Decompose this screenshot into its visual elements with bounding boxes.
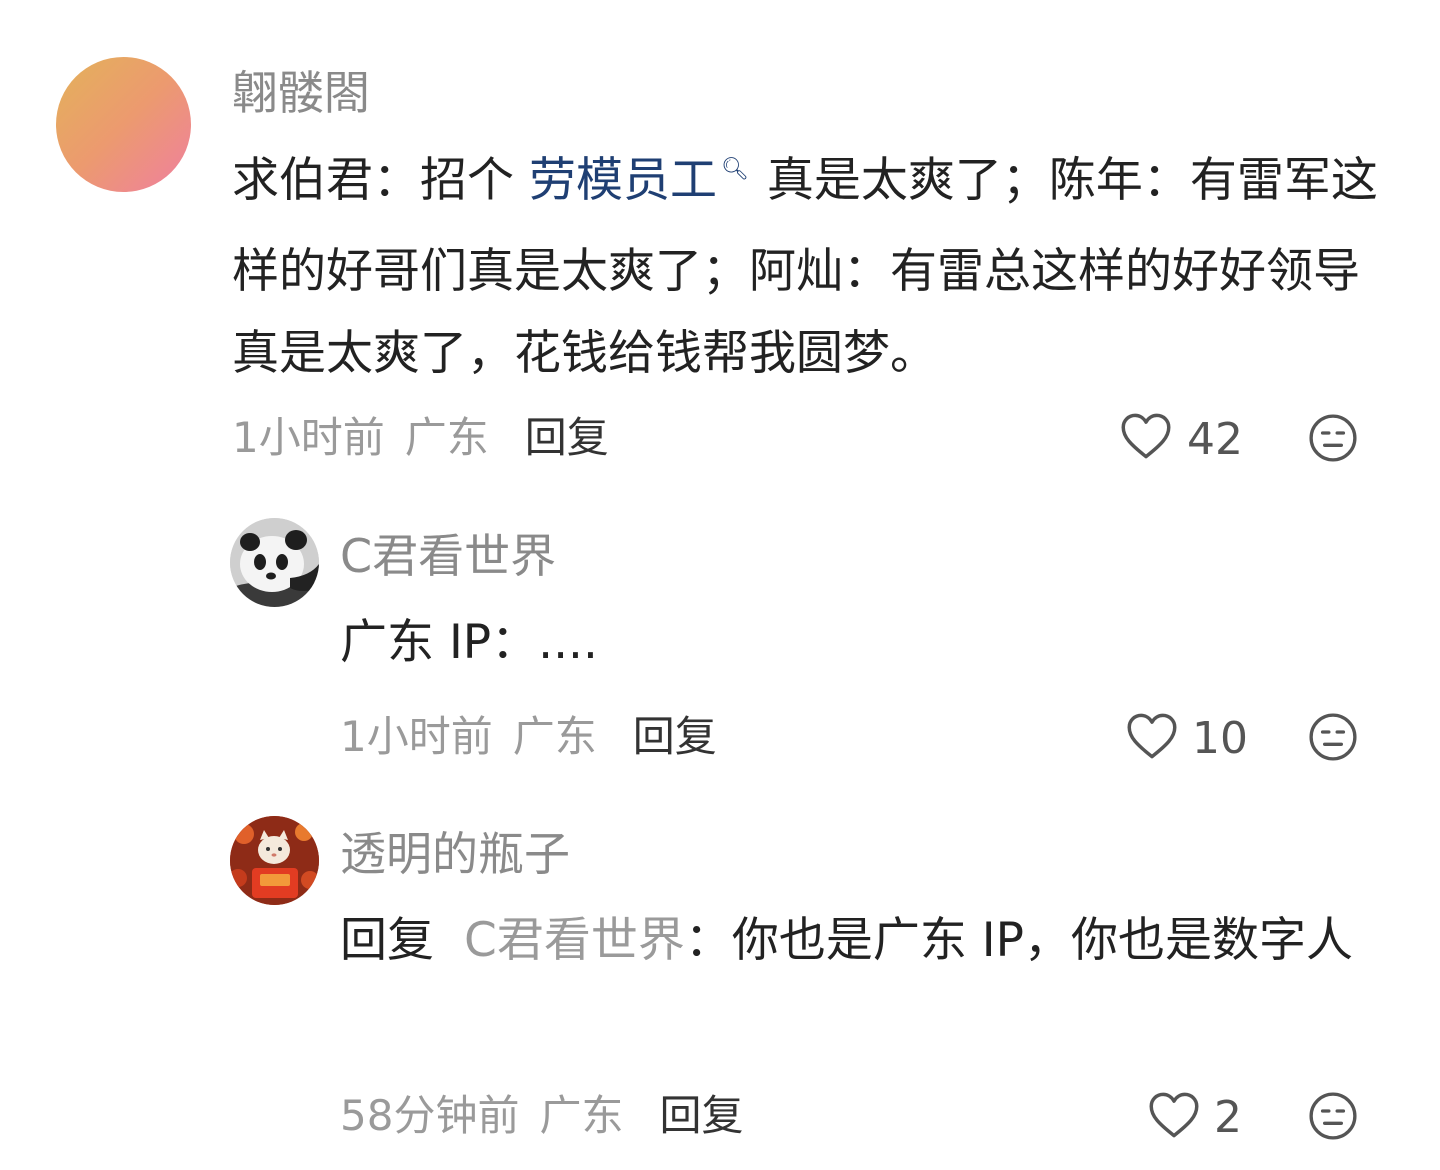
reply-button[interactable]: 回复 bbox=[633, 712, 717, 761]
comment-author[interactable]: 透明的瓶子 bbox=[340, 831, 570, 877]
like-button[interactable] bbox=[1120, 412, 1172, 460]
reply-prefix: 回复 bbox=[340, 913, 434, 968]
comment-body: 广东 IP：.... bbox=[340, 615, 598, 670]
comment-author[interactable]: C君看世界 bbox=[340, 533, 556, 579]
heart-outline-icon bbox=[1121, 413, 1171, 459]
meh-face-icon bbox=[1309, 414, 1357, 462]
comment-time: 58分钟前 bbox=[340, 1091, 520, 1140]
comment-time: 1小时前 bbox=[232, 413, 385, 462]
comment-location: 广东 bbox=[404, 413, 489, 462]
comment-time: 1小时前 bbox=[340, 712, 493, 761]
heart-outline-icon bbox=[1149, 1092, 1199, 1138]
search-icon[interactable]: 🔍︎ bbox=[721, 157, 749, 182]
emoji-button[interactable] bbox=[1308, 413, 1358, 463]
comment-meta: 58分钟前 广东 回复 bbox=[340, 1095, 743, 1137]
comment-body: 求伯君：招个 劳模员工 🔍︎ 真是太爽了；陈年：有雷军这样的好哥们真是太爽了；阿灿：… bbox=[232, 140, 1392, 395]
comment-meta: 1小时前 广东 回复 bbox=[232, 417, 609, 459]
comment-meta: 1小时前 广东 回复 bbox=[340, 716, 717, 758]
emoji-button[interactable] bbox=[1308, 712, 1358, 762]
meh-face-icon bbox=[1309, 1092, 1357, 1140]
comment-location: 广东 bbox=[512, 712, 597, 761]
emoji-button[interactable] bbox=[1308, 1091, 1358, 1141]
like-count: 10 bbox=[1192, 713, 1248, 764]
reply-button[interactable]: 回复 bbox=[525, 413, 609, 462]
comment-location: 广东 bbox=[539, 1091, 624, 1140]
like-count: 42 bbox=[1187, 414, 1243, 465]
search-link[interactable]: 劳模员工 bbox=[529, 153, 717, 208]
like-button[interactable] bbox=[1126, 712, 1178, 760]
like-button[interactable] bbox=[1148, 1091, 1200, 1139]
panda-avatar-image bbox=[230, 518, 319, 607]
reply-target-user[interactable]: C君看世界 bbox=[464, 913, 685, 968]
meh-face-icon bbox=[1309, 713, 1357, 761]
comment-body: 回复 C君看世界：你也是广东 IP，你也是数字人 bbox=[340, 900, 1380, 982]
comment-author[interactable]: 翺髅閤 bbox=[232, 70, 370, 116]
reply-button[interactable]: 回复 bbox=[659, 1091, 743, 1140]
avatar[interactable] bbox=[56, 57, 191, 192]
like-count: 2 bbox=[1214, 1092, 1242, 1143]
comment-body-text: ：你也是广东 IP，你也是数字人 bbox=[684, 913, 1353, 968]
festive-cat-avatar-image bbox=[230, 816, 319, 905]
avatar[interactable] bbox=[230, 518, 319, 607]
avatar[interactable] bbox=[230, 816, 319, 905]
heart-outline-icon bbox=[1127, 713, 1177, 759]
comment-body-text-start: 求伯君：招个 bbox=[232, 153, 529, 208]
